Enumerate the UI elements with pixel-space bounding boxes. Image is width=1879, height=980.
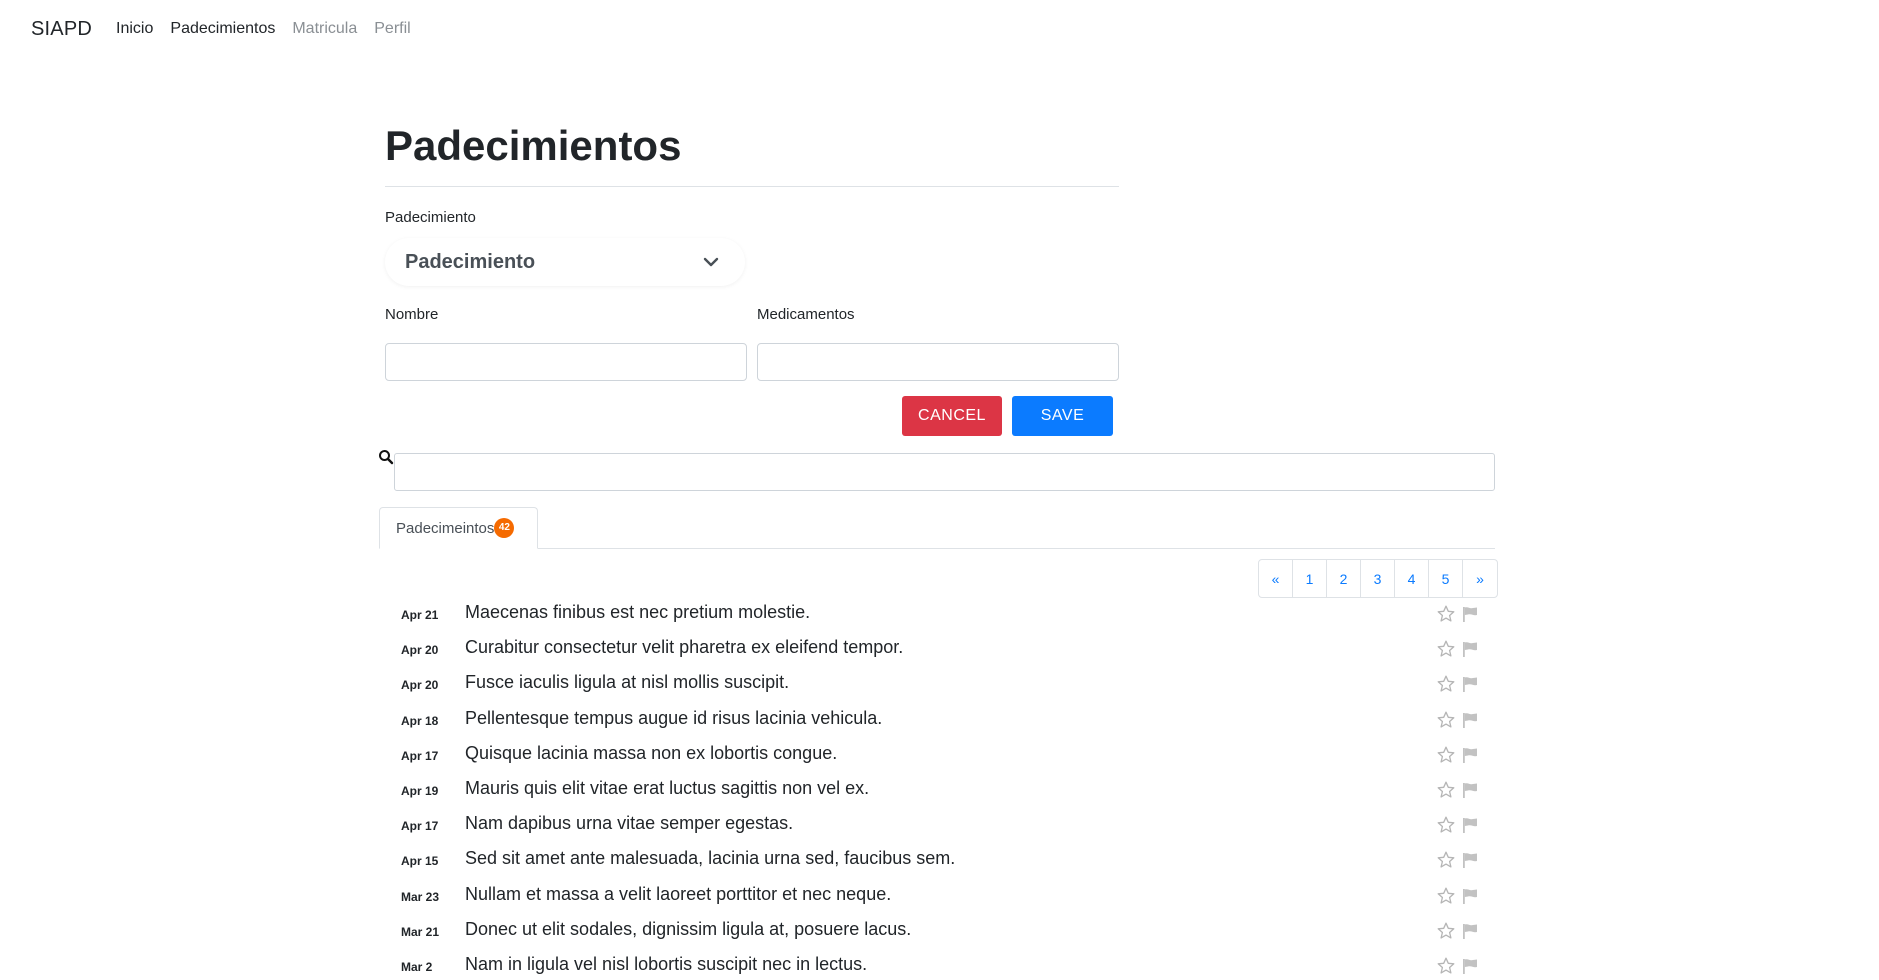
item-date: Mar 2: [401, 959, 433, 974]
nombre-input[interactable]: [385, 343, 747, 381]
search-icon: [379, 450, 394, 465]
item-date: Apr 17: [401, 748, 439, 763]
item-text[interactable]: Nullam et massa a velit laoreet porttito…: [465, 884, 891, 905]
item-text[interactable]: Donec ut elit sodales, dignissim ligula …: [465, 919, 911, 940]
flag-icon[interactable]: [1460, 886, 1480, 906]
item-date: Mar 23: [401, 889, 440, 904]
title-divider: [385, 186, 1119, 187]
save-button[interactable]: SAVE: [1012, 396, 1113, 436]
count-badge: 42: [494, 518, 515, 538]
list-item[interactable]: Apr 20 Curabitur consectetur velit pharet…: [380, 631, 1496, 666]
item-date: Apr 19: [401, 783, 439, 798]
star-icon[interactable]: [1436, 956, 1456, 976]
flag-icon[interactable]: [1460, 674, 1480, 694]
flag-icon[interactable]: [1460, 710, 1480, 730]
padecimientos-list: Apr 21 Maecenas finibus est nec pretium m…: [380, 596, 1496, 980]
item-text[interactable]: Mauris quis elit vitae erat luctus sagit…: [465, 778, 869, 799]
flag-icon[interactable]: [1460, 921, 1480, 941]
medicamentos-input[interactable]: [757, 343, 1119, 381]
item-text[interactable]: Quisque lacinia massa non ex lobortis co…: [465, 743, 837, 764]
chevron-down-icon: [703, 257, 719, 267]
flag-icon[interactable]: [1460, 604, 1480, 624]
nav-link-perfil[interactable]: Perfil: [374, 20, 410, 38]
tab-label: Padecimeintos: [396, 519, 495, 537]
item-date: Apr 17: [401, 819, 439, 834]
item-date: Mar 21: [401, 924, 440, 939]
select-value: Padecimiento: [405, 250, 536, 273]
tabs-divider: [379, 548, 1495, 549]
flag-icon[interactable]: [1460, 639, 1480, 659]
page-title: Padecimientos: [385, 122, 682, 169]
nombre-label: Nombre: [385, 306, 439, 323]
medicamentos-label: Medicamentos: [757, 306, 855, 323]
item-text[interactable]: Maecenas finibus est nec pretium molesti…: [465, 602, 810, 623]
flag-icon[interactable]: [1460, 780, 1480, 800]
item-text[interactable]: Fusce iaculis ligula at nisl mollis susc…: [465, 672, 789, 693]
page-next[interactable]: »: [1463, 560, 1497, 597]
item-text[interactable]: Sed sit amet ante malesuada, lacinia urn…: [465, 848, 955, 869]
item-text[interactable]: Pellentesque tempus augue id risus lacin…: [465, 708, 882, 729]
list-item[interactable]: Apr 18 Pellentesque tempus augue id risus…: [380, 702, 1496, 737]
list-item[interactable]: Mar 2 Nam in ligula vel nisl lobortis sus…: [380, 948, 1496, 980]
star-icon[interactable]: [1436, 710, 1456, 730]
flag-icon[interactable]: [1460, 850, 1480, 870]
cancel-button[interactable]: CANCEL: [902, 396, 1002, 436]
page-1[interactable]: 1: [1293, 560, 1327, 597]
page-5[interactable]: 5: [1429, 560, 1463, 597]
list-item[interactable]: Apr 21 Maecenas finibus est nec pretium m…: [380, 596, 1496, 631]
navbar: SIAPD Inicio Padecimientos Matricula Per…: [0, 0, 1879, 58]
item-text[interactable]: Nam in ligula vel nisl lobortis suscipit…: [465, 954, 867, 975]
nav-link-inicio[interactable]: Inicio: [116, 20, 153, 38]
brand[interactable]: SIAPD: [31, 18, 92, 41]
list-item[interactable]: Mar 21 Donec ut elit sodales, dignissim l…: [380, 913, 1496, 948]
item-date: Apr 21: [401, 608, 439, 622]
star-icon[interactable]: [1436, 745, 1456, 765]
search-input[interactable]: [394, 453, 1495, 491]
star-icon[interactable]: [1436, 780, 1456, 800]
padecimiento-label: Padecimiento: [385, 209, 476, 226]
star-icon[interactable]: [1436, 921, 1456, 941]
padecimiento-select[interactable]: Padecimiento: [385, 238, 745, 286]
nav-link-matricula[interactable]: Matricula: [292, 20, 357, 38]
nav-link-padecimientos[interactable]: Padecimientos: [170, 20, 275, 38]
flag-icon[interactable]: [1460, 956, 1480, 976]
item-date: Apr 15: [401, 854, 439, 869]
item-date: Apr 20: [401, 678, 439, 693]
page-3[interactable]: 3: [1361, 560, 1395, 597]
list-item[interactable]: Apr 15 Sed sit amet ante malesuada, lacin…: [380, 842, 1496, 877]
item-text[interactable]: Nam dapibus urna vitae semper egestas.: [465, 813, 793, 834]
flag-icon[interactable]: [1460, 745, 1480, 765]
pagination: « 1 2 3 4 5 »: [1258, 559, 1498, 598]
list-item[interactable]: Apr 17 Quisque lacinia massa non ex lobor…: [380, 737, 1496, 772]
item-text[interactable]: Curabitur consectetur velit pharetra ex …: [465, 637, 903, 658]
star-icon[interactable]: [1436, 674, 1456, 694]
star-icon[interactable]: [1436, 886, 1456, 906]
list-item[interactable]: Apr 19 Mauris quis elit vitae erat luctus…: [380, 772, 1496, 807]
flag-icon[interactable]: [1460, 815, 1480, 835]
page-prev[interactable]: «: [1259, 560, 1293, 597]
page-2[interactable]: 2: [1327, 560, 1361, 597]
star-icon[interactable]: [1436, 639, 1456, 659]
page-4[interactable]: 4: [1395, 560, 1429, 597]
list-item[interactable]: Mar 23 Nullam et massa a velit laoreet po…: [380, 878, 1496, 913]
item-date: Apr 20: [401, 643, 439, 658]
tab-padecimeintos[interactable]: Padecimeintos 42: [379, 507, 538, 549]
list-item[interactable]: Apr 20 Fusce iaculis ligula at nisl molli…: [380, 666, 1496, 701]
list-item[interactable]: Apr 17 Nam dapibus urna vitae semper eges…: [380, 807, 1496, 842]
star-icon[interactable]: [1436, 604, 1456, 624]
item-date: Apr 18: [401, 713, 439, 728]
star-icon[interactable]: [1436, 815, 1456, 835]
star-icon[interactable]: [1436, 850, 1456, 870]
